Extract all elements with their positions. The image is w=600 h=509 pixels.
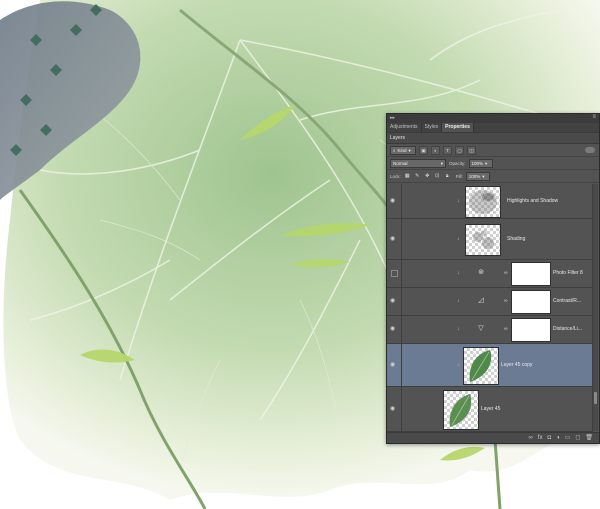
layer-distance[interactable]: ◉ ↓ ▽ ∞ Distance/Li...	[387, 316, 593, 344]
filter-toggle[interactable]	[585, 147, 595, 153]
layers-panel: ▸▸ ≡ Adjustments Styles Properties Layer…	[386, 113, 600, 444]
layer-divider	[401, 260, 402, 287]
layer-divider	[401, 316, 402, 343]
kind-filter-label: Kind	[397, 147, 407, 153]
adjustment-filter-icon[interactable]: ◐	[431, 145, 440, 155]
chevron-down-icon: ▾	[440, 160, 443, 166]
smart-object-filter-icon[interactable]: ◫	[467, 145, 476, 155]
blend-row: Normal ▾ Opacity: 100% ▾	[387, 157, 599, 170]
visibility-eye-icon[interactable]: ◉	[390, 406, 398, 412]
layer-divider	[401, 387, 402, 431]
search-icon: ⌕	[393, 147, 396, 153]
lock-position-icon[interactable]: ✥	[424, 173, 431, 180]
layer-contrast[interactable]: ◉ ↓ ◿ ∞ Contrast/R...	[387, 288, 593, 316]
visibility-eye-icon[interactable]: ◉	[390, 298, 398, 304]
scrollbar-thumb[interactable]	[594, 392, 597, 404]
visibility-eye-icon[interactable]: ◉	[390, 362, 398, 368]
layer-mask-thumbnail[interactable]	[511, 318, 551, 342]
opacity-field[interactable]: 100% ▾	[468, 158, 493, 168]
panel-menu-icon[interactable]: ≡	[592, 114, 596, 120]
layer-mask-thumbnail[interactable]	[511, 290, 551, 314]
photo-filter-icon: ⊚	[478, 269, 484, 276]
type-filter-icon[interactable]: T	[443, 145, 452, 155]
lock-pixels-icon[interactable]: ✎	[414, 173, 421, 180]
layer-name[interactable]: Shading	[507, 236, 525, 242]
layer-photo-filter-8[interactable]: ↓ ⊚ ∞ Photo Filter 8	[387, 260, 593, 288]
layer-name[interactable]: Contrast/R...	[553, 298, 581, 304]
visibility-eye-icon[interactable]: ◉	[390, 236, 398, 242]
layer-divider	[401, 184, 402, 218]
link-layers-icon[interactable]: ∞	[529, 434, 533, 443]
new-layer-icon[interactable]: ◻	[575, 434, 580, 443]
clipping-arrow-icon: ↓	[457, 270, 460, 276]
visibility-eye-icon[interactable]: ◉	[390, 198, 398, 204]
layer-name[interactable]: Layer 45	[481, 406, 500, 412]
fx-icon[interactable]: fx	[538, 434, 543, 443]
tab-styles[interactable]: Styles	[422, 123, 443, 132]
clipping-arrow-icon: ↓	[457, 236, 460, 242]
fill-field[interactable]: 100% ▾	[465, 171, 490, 181]
fill-value: 100%	[468, 173, 481, 179]
layer-shading[interactable]: ◉ ↓ Shading	[387, 219, 593, 260]
link-chain-icon[interactable]: ∞	[504, 325, 508, 333]
layer-divider	[401, 288, 402, 315]
layer-divider	[401, 219, 402, 259]
panel-header-bar: ▸▸ ≡	[387, 114, 599, 123]
layers-title[interactable]: Layers	[387, 132, 599, 144]
layer-list: ◉ ↓ Highlights and Shadow ◉ ↓ Shading ↓ …	[387, 184, 599, 432]
layer-thumbnail	[465, 224, 501, 256]
lock-transparency-icon[interactable]: ▦	[404, 173, 411, 180]
lock-artboard-icon[interactable]: ⊡	[434, 173, 441, 180]
pixel-filter-icon[interactable]: ▣	[419, 145, 428, 155]
panel-tabs: Adjustments Styles Properties	[387, 123, 599, 132]
link-chain-icon[interactable]: ∞	[504, 297, 508, 305]
clipping-arrow-icon: ↓	[457, 198, 460, 204]
layer-name[interactable]: Layer 45 copy	[501, 362, 532, 368]
visibility-eye-icon[interactable]: ◉	[390, 326, 398, 332]
layer-mask-thumbnail[interactable]	[511, 262, 551, 286]
layer-thumbnail	[465, 186, 501, 218]
chevron-down-icon: ▾	[408, 147, 411, 153]
opacity-value: 100%	[471, 160, 484, 166]
folder-icon[interactable]: ▭	[565, 434, 571, 443]
layer-45[interactable]: ◉ Layer 45	[387, 387, 593, 432]
layer-45-copy[interactable]: ◉ ↓ Layer 45 copy	[387, 344, 593, 387]
layer-list-scrollbar[interactable]	[592, 184, 598, 431]
shape-filter-icon[interactable]: ▢	[455, 145, 464, 155]
mask-icon[interactable]: ◘	[547, 434, 551, 443]
layer-highlights-and-shadow[interactable]: ◉ ↓ Highlights and Shadow	[387, 184, 593, 219]
clipping-arrow-icon: ↓	[457, 298, 460, 304]
panel-footer: ∞ fx ◘ ◑ ▭ ◻ 🗑	[387, 432, 599, 443]
chevron-down-icon: ▾	[485, 160, 488, 166]
fill-label: Fill:	[455, 173, 463, 179]
layer-name[interactable]: Highlights and Shadow	[507, 198, 558, 204]
link-chain-icon[interactable]: ∞	[504, 269, 508, 277]
chevron-down-icon: ▾	[482, 173, 485, 179]
clipping-arrow-icon: ↓	[457, 326, 460, 332]
opacity-label: Opacity:	[449, 160, 466, 166]
collapse-icon[interactable]: ▸▸	[390, 115, 395, 121]
levels-icon: ▽	[478, 325, 484, 332]
curves-icon: ◿	[478, 297, 484, 304]
visibility-toggle-off[interactable]	[391, 270, 398, 277]
layer-divider	[401, 344, 402, 386]
blend-mode-select[interactable]: Normal ▾	[390, 158, 446, 168]
kind-filter-select[interactable]: ⌕ Kind ▾	[390, 145, 416, 155]
filter-row: ⌕ Kind ▾ ▣ ◐ T ▢ ◫	[387, 144, 599, 157]
layer-thumbnail	[443, 390, 479, 430]
lock-row: Lock: ▦ ✎ ✥ ⊡ 🔒︎ Fill: 100% ▾	[387, 170, 599, 183]
tab-properties[interactable]: Properties	[442, 123, 474, 132]
layer-name[interactable]: Distance/Li...	[553, 326, 582, 332]
trash-icon[interactable]: 🗑	[585, 434, 593, 443]
layer-thumbnail	[463, 347, 499, 385]
clipping-arrow-icon: ↓	[457, 362, 460, 368]
new-adjustment-icon[interactable]: ◑	[556, 434, 560, 443]
blend-mode-value: Normal	[393, 160, 408, 166]
lock-all-icon[interactable]: 🔒︎	[444, 173, 451, 180]
layer-name[interactable]: Photo Filter 8	[553, 270, 583, 276]
lock-label: Lock:	[390, 173, 401, 179]
tab-adjustments[interactable]: Adjustments	[387, 123, 422, 132]
